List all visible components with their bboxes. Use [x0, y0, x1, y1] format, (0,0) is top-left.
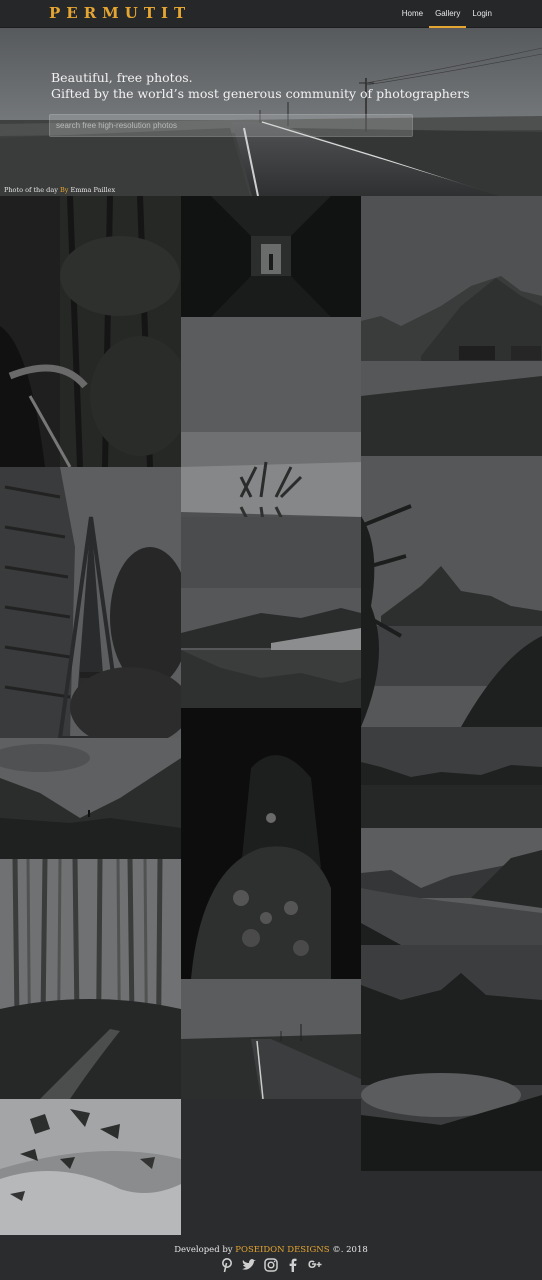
photo-fjord-mountains[interactable]	[361, 828, 542, 945]
photo-dark-lake-horizon[interactable]	[361, 727, 542, 828]
footer-prefix: Developed by	[174, 1245, 236, 1255]
photo-road-dusk[interactable]	[181, 979, 361, 1099]
footer-suffix: ©. 2018	[329, 1245, 368, 1255]
credit-name[interactable]: Emma Paillex	[68, 186, 115, 194]
footer-credit: Developed by POSEIDON DESIGNS ©. 2018	[0, 1245, 542, 1255]
brand-logo[interactable]: PERMUTIT	[49, 4, 191, 22]
hero-title: Beautiful, free photos. Gifted by the wo…	[51, 70, 470, 102]
photo-forest-car-window[interactable]	[0, 196, 181, 467]
nav-menu: Home Gallery Login	[396, 0, 498, 28]
photo-foggy-forest-path[interactable]	[0, 859, 181, 1099]
photo-lake-plant-reflection[interactable]	[181, 317, 361, 588]
facebook-icon[interactable]	[285, 1257, 301, 1273]
nav-gallery[interactable]: Gallery	[429, 0, 467, 28]
photo-snow-rocks[interactable]	[0, 1099, 181, 1235]
hero-banner: Beautiful, free photos. Gifted by the wo…	[0, 28, 542, 196]
nav-login[interactable]: Login	[466, 0, 498, 28]
credit-prefix: Photo of the day	[4, 186, 60, 194]
photo-painted-woman-portrait[interactable]	[181, 708, 361, 979]
nav-home[interactable]: Home	[396, 0, 429, 28]
social-links	[0, 1257, 542, 1273]
photo-lake-mountains-reflection[interactable]	[181, 588, 361, 708]
instagram-icon[interactable]	[263, 1257, 279, 1273]
pinterest-icon[interactable]	[219, 1257, 235, 1273]
search-input[interactable]	[49, 114, 413, 137]
twitter-icon[interactable]	[241, 1257, 257, 1273]
photo-mountain-coast-village[interactable]	[361, 196, 542, 456]
photo-credit: Photo of the day By Emma Paillex	[4, 186, 115, 194]
hero-road-photo	[0, 28, 542, 196]
hero-title-line1: Beautiful, free photos.	[51, 70, 193, 85]
photo-eiffel-tower[interactable]	[0, 467, 181, 738]
photo-dark-corridor[interactable]	[181, 196, 361, 317]
photo-valley-hiker[interactable]	[0, 738, 181, 859]
footer-brand-link[interactable]: POSEIDON DESIGNS	[235, 1245, 329, 1255]
photo-mountain-peak-lake[interactable]	[361, 945, 542, 1171]
hero-title-line2: Gifted by the world’s most generous comm…	[51, 86, 470, 101]
navbar: PERMUTIT Home Gallery Login	[0, 0, 542, 28]
photo-mountain-lake-trees[interactable]	[361, 456, 542, 727]
google-plus-icon[interactable]	[307, 1257, 323, 1273]
